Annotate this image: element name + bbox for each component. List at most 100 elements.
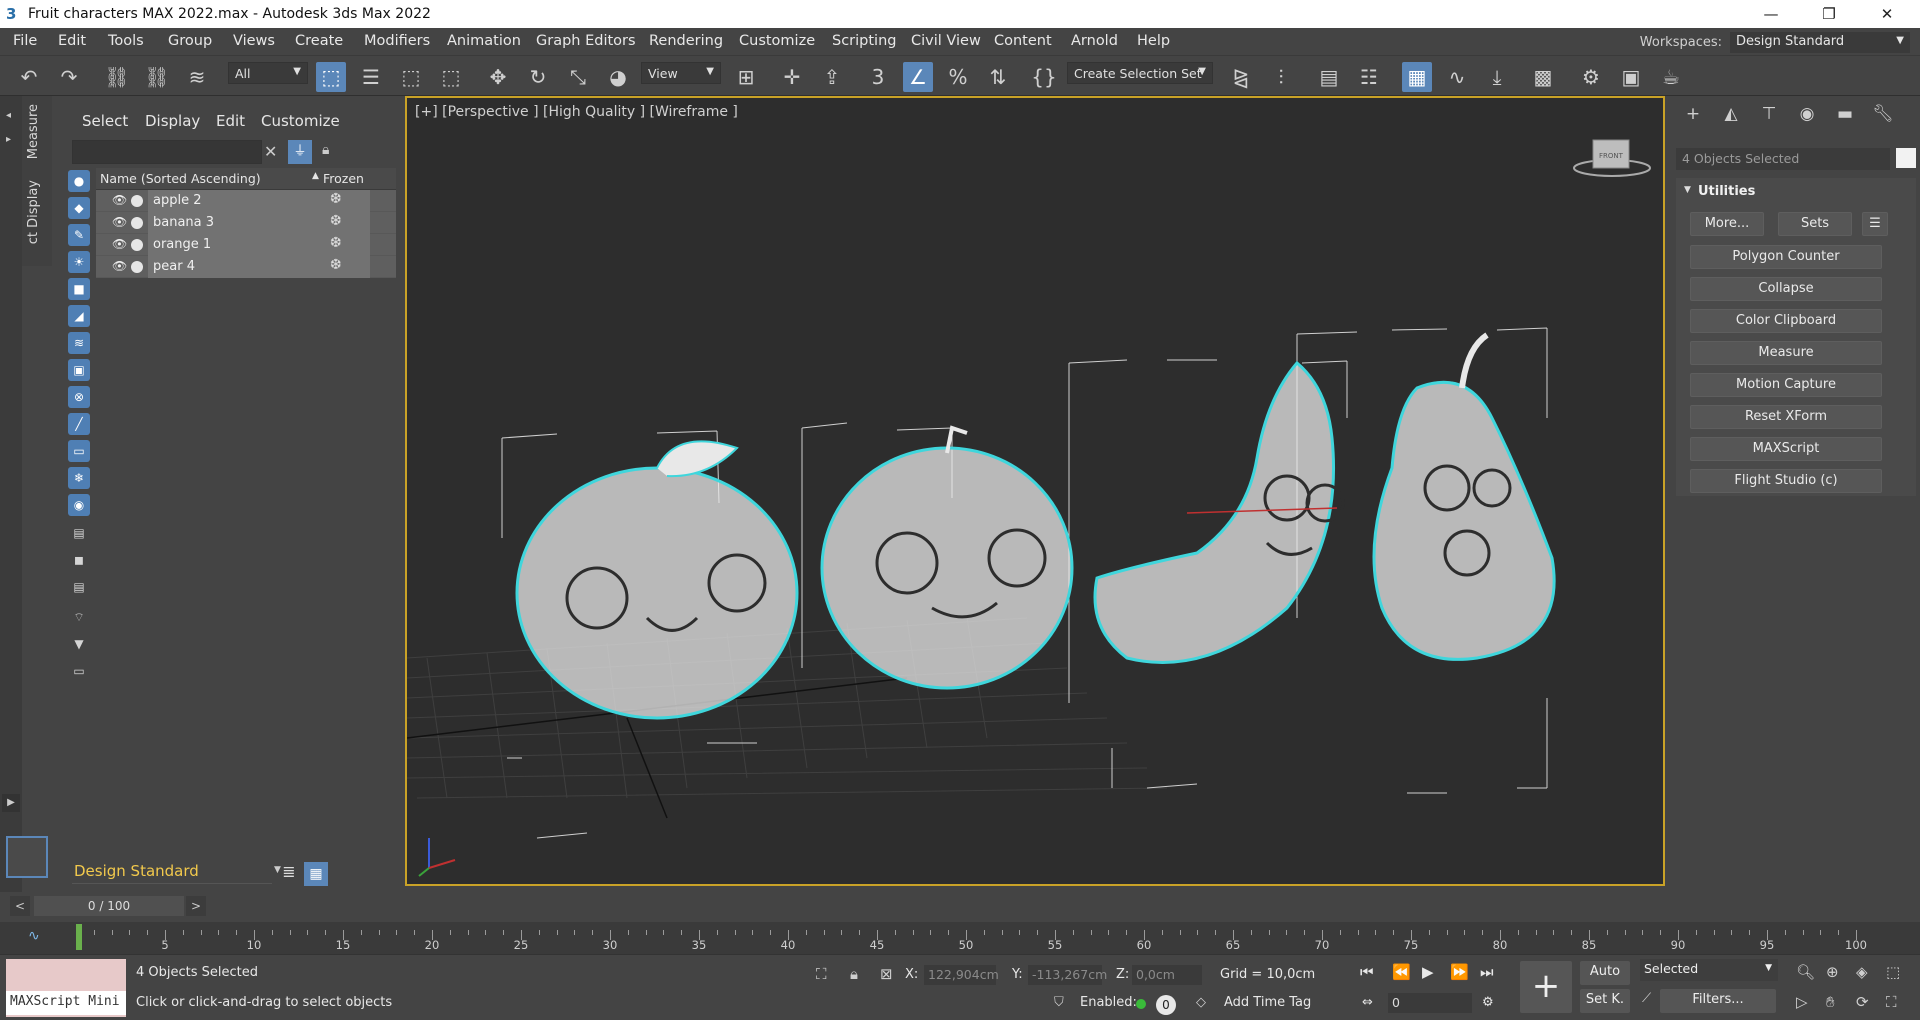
filter-funnel-icon[interactable]: ▼ — [68, 633, 90, 655]
menu-graph-editors[interactable]: Graph Editors — [536, 33, 636, 49]
orbit-icon[interactable]: ⟳ — [1856, 993, 1869, 1011]
layers-icon[interactable]: ≣ — [278, 862, 300, 884]
menu-tools[interactable]: Tools — [108, 33, 144, 49]
orange-wireframe[interactable] — [820, 425, 1074, 690]
render-production-icon[interactable]: ☕ — [1656, 62, 1686, 92]
display-cameras-icon[interactable]: ■ — [68, 278, 90, 300]
utilities-tab-icon[interactable]: 🔧︎ — [1868, 104, 1898, 132]
banana-wireframe[interactable] — [1093, 360, 1345, 664]
pan-view-icon[interactable]: ✋︎ — [1826, 993, 1835, 1011]
y-coordinate-field[interactable]: -113,267cm — [1028, 965, 1107, 985]
play-panel-icon[interactable]: ▶ — [2, 794, 20, 812]
curve-editor-mini-icon[interactable]: ∿ — [28, 928, 40, 944]
time-slider-thumb[interactable]: 0 / 100 — [34, 896, 184, 916]
create-tab-icon[interactable]: + — [1678, 104, 1708, 132]
z-coordinate-field[interactable]: 0,0cm — [1132, 965, 1202, 985]
maximize-button[interactable]: ❐ — [1806, 0, 1852, 28]
key-filter-dropdown[interactable]: Selected ▼ — [1640, 959, 1778, 981]
reset-xform-button[interactable]: Reset XForm — [1690, 405, 1882, 429]
toggle-ribbon-icon[interactable]: ▦ — [1402, 62, 1432, 92]
collapse-triangle-icon[interactable]: ▼ — [1684, 185, 1691, 195]
container-icon[interactable]: ▭ — [68, 660, 90, 682]
select-children-icon[interactable]: ⌔ — [68, 606, 90, 628]
rotate-icon[interactable]: ↻ — [523, 62, 553, 92]
workspace-selector[interactable]: Design Standard ▼ — [72, 860, 281, 884]
visibility-eye-icon[interactable]: 👁︎ — [112, 259, 127, 273]
play-icon[interactable]: ▶ — [1422, 963, 1434, 981]
time-configuration-icon[interactable]: ⚙ — [1482, 995, 1494, 1010]
display-containers-icon[interactable]: ▭ — [68, 440, 90, 462]
menu-help[interactable]: Help — [1137, 33, 1170, 49]
column-frozen-header[interactable]: Frozen — [323, 171, 364, 186]
viewport-layout-thumbnail[interactable] — [6, 836, 48, 878]
display-lights-icon[interactable]: ☀ — [68, 251, 90, 273]
bind-space-warp-icon[interactable]: ≋ — [182, 62, 212, 92]
angle-snap-icon[interactable]: ∠ — [903, 62, 933, 92]
freeze-snowflake-icon[interactable]: ❆ — [330, 191, 342, 207]
display-helpers-icon[interactable]: ◢ — [68, 305, 90, 327]
unlink-icon[interactable]: ⛓ — [142, 62, 172, 92]
rectangular-selection-icon[interactable]: ⬚ — [396, 62, 426, 92]
zoom-icon[interactable]: 🔍︎ — [1796, 963, 1815, 981]
maxscript-mini-input[interactable]: MAXScript Mini — [6, 991, 126, 1015]
menu-content[interactable]: Content — [994, 33, 1052, 49]
lock-icon[interactable]: 🔒︎ — [322, 142, 329, 158]
filter-icon[interactable]: ⏚ — [288, 140, 312, 164]
percent-snap-icon[interactable]: % — [943, 62, 973, 92]
hierarchy-tab-icon[interactable]: ⊤ — [1754, 104, 1784, 132]
snaps-toggle-icon[interactable]: 3 — [863, 62, 893, 92]
visibility-eye-icon[interactable]: 👁︎ — [112, 193, 127, 207]
toggle-layer-explorer-icon[interactable]: ☷ — [1354, 62, 1384, 92]
zoom-extents-all-icon[interactable]: ⬚ — [1886, 963, 1900, 981]
menu-create[interactable]: Create — [295, 33, 343, 49]
zoom-all-icon[interactable]: ⊕ — [1826, 963, 1839, 981]
collapse-arrow-icon[interactable]: ▸ — [6, 134, 11, 145]
menu-edit[interactable]: Edit — [58, 33, 86, 49]
scale-icon[interactable]: ⤡ — [563, 62, 593, 92]
named-selection-set-dropdown[interactable]: Create Selection Set ▼ — [1067, 62, 1213, 84]
minimize-button[interactable]: — — [1748, 0, 1794, 28]
display-all-icon[interactable]: ● — [68, 170, 90, 192]
freeze-snowflake-icon[interactable]: ❆ — [330, 257, 342, 273]
frame-ruler[interactable]: 5 10 15 20 25 30 35 40 45 50 55 60 65 70 75 80 85 90 95 100 — [76, 922, 1876, 954]
maximize-viewport-icon[interactable]: ⛶ — [1886, 993, 1897, 1011]
display-children-icon[interactable]: ▤ — [68, 522, 90, 544]
previous-frame-button[interactable]: < — [10, 896, 30, 916]
absolute-mode-icon[interactable]: ⊠ — [880, 965, 893, 983]
set-key-button[interactable]: Set K. — [1580, 989, 1630, 1013]
explorer-menu-edit[interactable]: Edit — [216, 112, 245, 130]
list-item[interactable]: 👁︎ orange 1 ❆ — [96, 234, 396, 256]
display-groups-icon[interactable]: ▣ — [68, 359, 90, 381]
selection-lock-icon[interactable]: 🔒︎ — [850, 965, 858, 983]
next-key-icon[interactable]: ⏩ — [1450, 963, 1469, 981]
display-influences-icon[interactable]: ◼ — [68, 549, 90, 571]
polygon-counter-button[interactable]: Polygon Counter — [1690, 245, 1882, 269]
more-button[interactable]: More... — [1690, 212, 1764, 236]
pivot-center-icon[interactable]: ⊞ — [731, 62, 761, 92]
explorer-menu-display[interactable]: Display — [145, 112, 200, 130]
track-bar[interactable]: ∿ 5 10 15 20 25 30 35 40 45 50 55 60 65 70 75 80 85 90 95 1… — [0, 922, 1920, 954]
explorer-search-input[interactable] — [72, 140, 262, 164]
viewcube[interactable]: FRONT — [1573, 139, 1651, 177]
pear-wireframe[interactable] — [1372, 332, 1556, 661]
move-icon[interactable]: ✥ — [483, 62, 513, 92]
expand-arrow-icon[interactable]: ◂ — [6, 110, 11, 121]
place-icon[interactable]: ◕ — [603, 62, 633, 92]
go-to-end-icon[interactable]: ⏭ — [1480, 963, 1494, 981]
display-shapes-icon[interactable]: ✎ — [68, 224, 90, 246]
apple-wireframe[interactable] — [515, 440, 799, 720]
select-and-link-icon[interactable]: ⛓ — [102, 62, 132, 92]
align-icon[interactable]: ⫶ — [1266, 62, 1296, 92]
menu-modifiers[interactable]: Modifiers — [364, 33, 430, 49]
flight-studio-button[interactable]: Flight Studio (c) — [1690, 469, 1882, 493]
undo-icon[interactable]: ↶ — [14, 62, 44, 92]
display-tab-icon[interactable]: ▬ — [1830, 104, 1860, 132]
zoom-extents-icon[interactable]: ◈ — [1856, 963, 1868, 981]
list-item[interactable]: 👁︎ apple 2 ❆ — [96, 190, 396, 212]
object-color-swatch[interactable] — [1896, 148, 1916, 168]
menu-animation[interactable]: Animation — [447, 33, 521, 49]
select-by-name-icon[interactable]: ☰ — [356, 62, 386, 92]
add-time-tag-button[interactable]: Add Time Tag — [1224, 995, 1311, 1010]
motion-capture-button[interactable]: Motion Capture — [1690, 373, 1882, 397]
go-to-start-icon[interactable]: ⏮ — [1360, 963, 1374, 981]
